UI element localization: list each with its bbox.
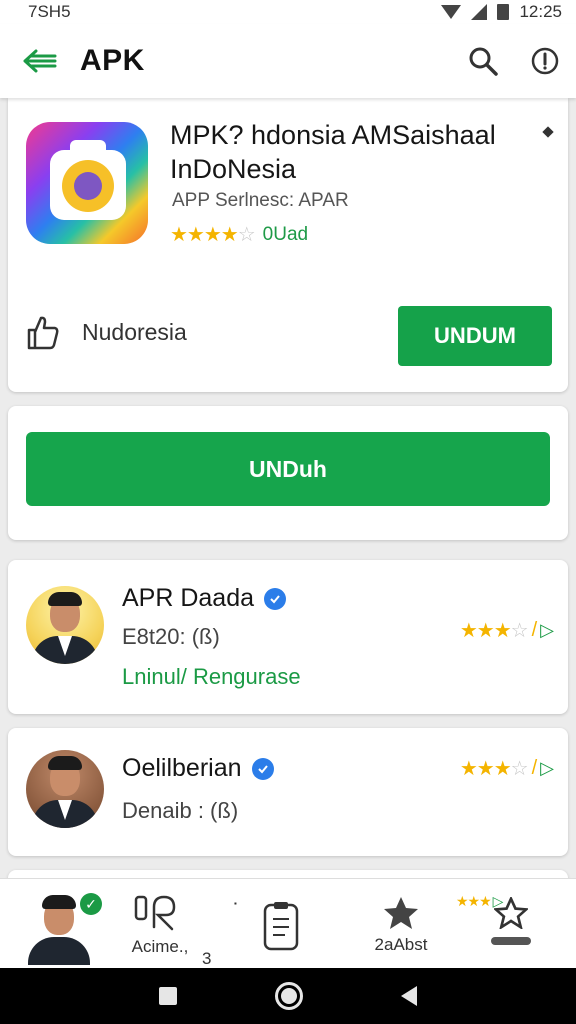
status-icons: 12:25 [441, 2, 562, 22]
chevron-right-icon: ▷ [492, 893, 504, 909]
country-row[interactable]: Nudoresia [26, 314, 187, 350]
page-title: APK [80, 44, 145, 77]
app-subtitle: APP Serlnesc: APAR [172, 190, 349, 211]
info-button[interactable] [514, 24, 576, 98]
tab-label: 2aAbst [374, 935, 428, 954]
country-label: Nudoresia [82, 318, 187, 345]
search-icon [469, 47, 498, 76]
developer-name: Oelilberian [122, 754, 274, 783]
back-button[interactable] [0, 24, 80, 98]
status-left-text: 7SH5 [28, 2, 71, 21]
verified-icon [251, 757, 274, 780]
developer-meta: Denaib : (ß) [122, 798, 239, 823]
star-icon: ★★★★☆ [170, 224, 256, 246]
verified-icon [264, 587, 287, 610]
app-camera-icon [26, 122, 148, 244]
list-item[interactable]: APR Daada E8t20: (ß) Lninul/ Rengurase ★… [8, 560, 568, 714]
tab-profile[interactable]: ✓ [14, 879, 104, 969]
unduh-button[interactable]: UNDuh [26, 432, 550, 506]
back-icon[interactable] [401, 986, 417, 1006]
tab-clipboard[interactable]: ▪ [234, 879, 326, 969]
developer-rating: ★★★☆ / ▷ [460, 618, 554, 643]
star-icon: ★★★☆ [459, 758, 529, 780]
star-icon: ★★★ [456, 893, 492, 909]
developer-meta: E8t20: (ß) [122, 624, 220, 649]
thumbs-up-icon [27, 316, 59, 350]
system-navigation-bar [0, 968, 576, 1024]
undum-button[interactable]: UNDUM [398, 306, 552, 366]
tab-indicator [491, 937, 531, 945]
developer-link[interactable]: Lninul/ Rengurase [122, 664, 301, 690]
rating-suffix: / [531, 757, 537, 779]
avatar [26, 586, 104, 664]
tab-sub: 3 [202, 949, 212, 968]
rating-text: 0Uad [262, 223, 309, 245]
tab-favorites[interactable]: 2aAbst [356, 879, 446, 969]
check-badge-icon: ✓ [80, 893, 102, 915]
tab-acime[interactable]: Acime., 3 [110, 879, 212, 969]
wifi-icon [441, 5, 462, 19]
battery-icon [497, 4, 510, 20]
app-info-card: MPK? hdonsia AMSaishaal InDoNesia APP Se… [8, 98, 568, 392]
signal-icon [471, 4, 488, 20]
tab-label: Acime., [131, 937, 189, 956]
chevron-right-icon[interactable]: ▷ [540, 758, 554, 779]
bookmark-icon [134, 895, 176, 931]
status-time: 12:25 [519, 2, 562, 21]
status-bar: 7SH5 12:25 [0, 0, 576, 24]
clipboard-icon [263, 902, 299, 951]
tab-rating-row: ★★★ ▷ [456, 893, 503, 910]
rating-suffix: / [531, 619, 537, 641]
app-rating: ★★★★☆ 0Uad [170, 222, 308, 247]
list-item[interactable]: Oelilberian Denaib : (ß) ★★★☆ / ▷ [8, 728, 568, 856]
tab-ratings[interactable]: ★★★ ▷ [456, 879, 566, 969]
info-icon [531, 47, 559, 75]
star-icon: ★★★☆ [459, 620, 529, 642]
more-options-icon[interactable] [542, 126, 554, 138]
chevron-right-icon[interactable]: ▷ [540, 620, 554, 641]
search-button[interactable] [452, 24, 514, 98]
home-icon[interactable] [275, 982, 303, 1010]
app-bar: APK [0, 24, 576, 98]
download-card: UNDuh [8, 406, 568, 540]
tab-mark: ▪ [234, 899, 237, 908]
star-icon [384, 897, 418, 929]
developer-rating: ★★★☆ / ▷ [460, 756, 554, 781]
back-arrow-icon [23, 49, 57, 73]
app-name: MPK? hdonsia AMSaishaal InDoNesia [170, 120, 496, 184]
bottom-tab-bar: ✓ Acime., 3 ▪ 2aAbst ★★★ ▷ [0, 878, 576, 968]
recents-icon[interactable] [159, 987, 177, 1005]
avatar [26, 750, 104, 828]
developer-name: APR Daada [122, 584, 287, 613]
